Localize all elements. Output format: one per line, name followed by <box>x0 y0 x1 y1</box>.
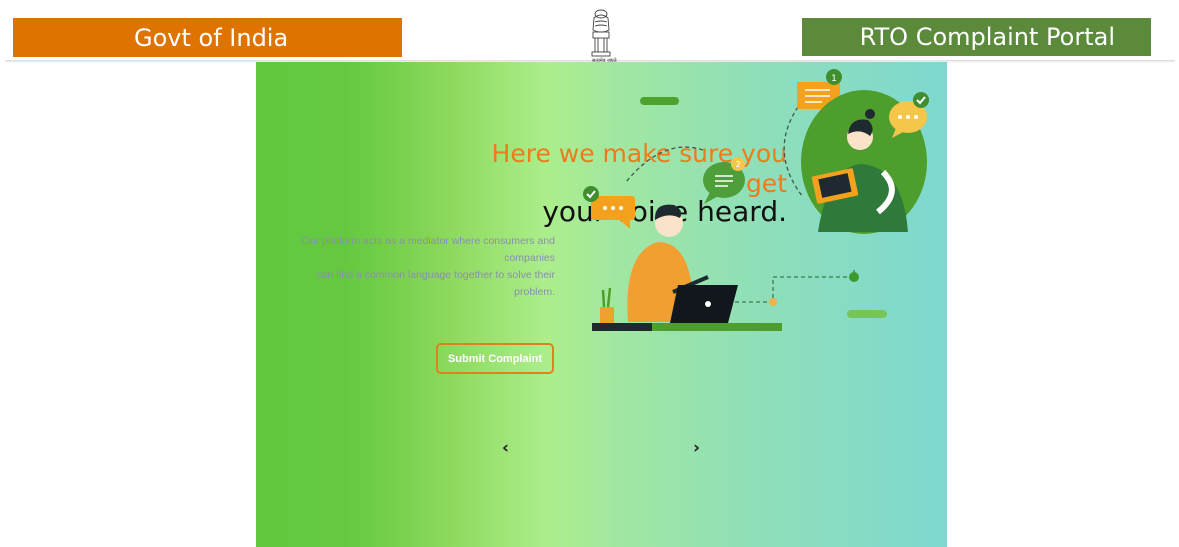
decor-pill <box>640 97 679 105</box>
hero-description: Our platform acts as a mediator where co… <box>276 233 555 301</box>
portal-title-label: RTO Complaint Portal <box>859 23 1115 51</box>
hero-description-line: can find a common language together to s… <box>316 269 555 281</box>
badge-one: 1 <box>831 74 837 84</box>
submit-complaint-button[interactable]: Submit Complaint <box>436 343 554 374</box>
decor-pill <box>847 310 887 318</box>
dashed-connector <box>728 267 855 303</box>
man-with-laptop-figure <box>592 204 782 331</box>
carousel-prev-arrow-icon[interactable]: ‹ <box>502 438 509 458</box>
yellow-chat-bubble-icon <box>889 92 929 138</box>
dashed-arc <box>783 106 804 198</box>
hero-description-line: problem. <box>514 286 555 298</box>
support-chat-illustration: 2 1 <box>583 69 929 331</box>
badge-two: 2 <box>735 160 740 169</box>
orange-chat-bubble-icon <box>583 186 635 229</box>
portal-title-banner: RTO Complaint Portal <box>802 18 1151 56</box>
dashed-arc <box>625 146 704 183</box>
connector-dot <box>769 298 777 306</box>
govt-of-india-banner: Govt of India <box>13 18 402 57</box>
hero-description-line: Our platform acts as a mediator where co… <box>301 235 555 247</box>
carousel-next-arrow-icon[interactable]: › <box>693 438 700 458</box>
connector-dot <box>849 272 859 282</box>
govt-of-india-label: Govt of India <box>134 23 289 52</box>
hero-description-line: companies <box>504 252 555 264</box>
